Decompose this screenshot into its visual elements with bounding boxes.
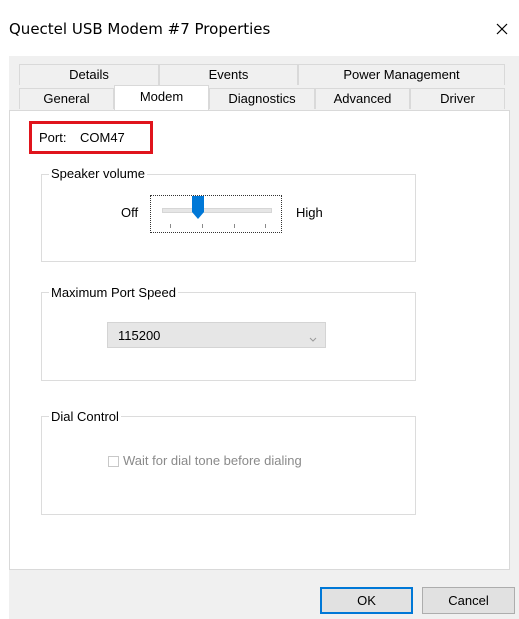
tab-power-management[interactable]: Power Management	[298, 64, 505, 85]
wait-for-dial-tone-label: Wait for dial tone before dialing	[123, 453, 302, 468]
ok-button[interactable]: OK	[320, 587, 413, 614]
tab-diagnostics[interactable]: Diagnostics	[209, 88, 315, 109]
tab-modem[interactable]: Modem	[114, 85, 209, 110]
slider-tick	[170, 224, 171, 228]
slider-tick	[265, 224, 266, 228]
slider-tick	[202, 224, 203, 228]
tab-general[interactable]: General	[19, 88, 114, 109]
dial-control-title: Dial Control	[49, 409, 121, 424]
wait-for-dial-tone-checkbox[interactable]	[108, 456, 119, 467]
chevron-down-icon	[309, 331, 317, 346]
close-icon	[496, 23, 508, 35]
port-label: Port:	[39, 130, 67, 145]
port-highlight: Port: COM47	[29, 121, 153, 154]
tab-driver[interactable]: Driver	[410, 88, 505, 109]
speaker-high-label: High	[296, 205, 323, 220]
max-port-speed-title: Maximum Port Speed	[49, 285, 178, 300]
tab-events[interactable]: Events	[159, 64, 298, 85]
speaker-volume-slider-thumb[interactable]	[192, 196, 204, 220]
tab-advanced[interactable]: Advanced	[315, 88, 410, 109]
window-title: Quectel USB Modem #7 Properties	[9, 20, 271, 38]
speaker-volume-track[interactable]	[162, 208, 272, 213]
port-speed-value: 115200	[118, 328, 161, 343]
cancel-button[interactable]: Cancel	[422, 587, 515, 614]
tab-details[interactable]: Details	[19, 64, 159, 85]
port-value: COM47	[80, 130, 125, 145]
speaker-low-label: Off	[121, 205, 139, 220]
speaker-volume-title: Speaker volume	[49, 166, 147, 181]
slider-tick	[234, 224, 235, 228]
title-bar: Quectel USB Modem #7 Properties	[0, 0, 519, 56]
port-speed-dropdown[interactable]: 115200	[107, 322, 326, 348]
close-button[interactable]	[491, 18, 513, 40]
